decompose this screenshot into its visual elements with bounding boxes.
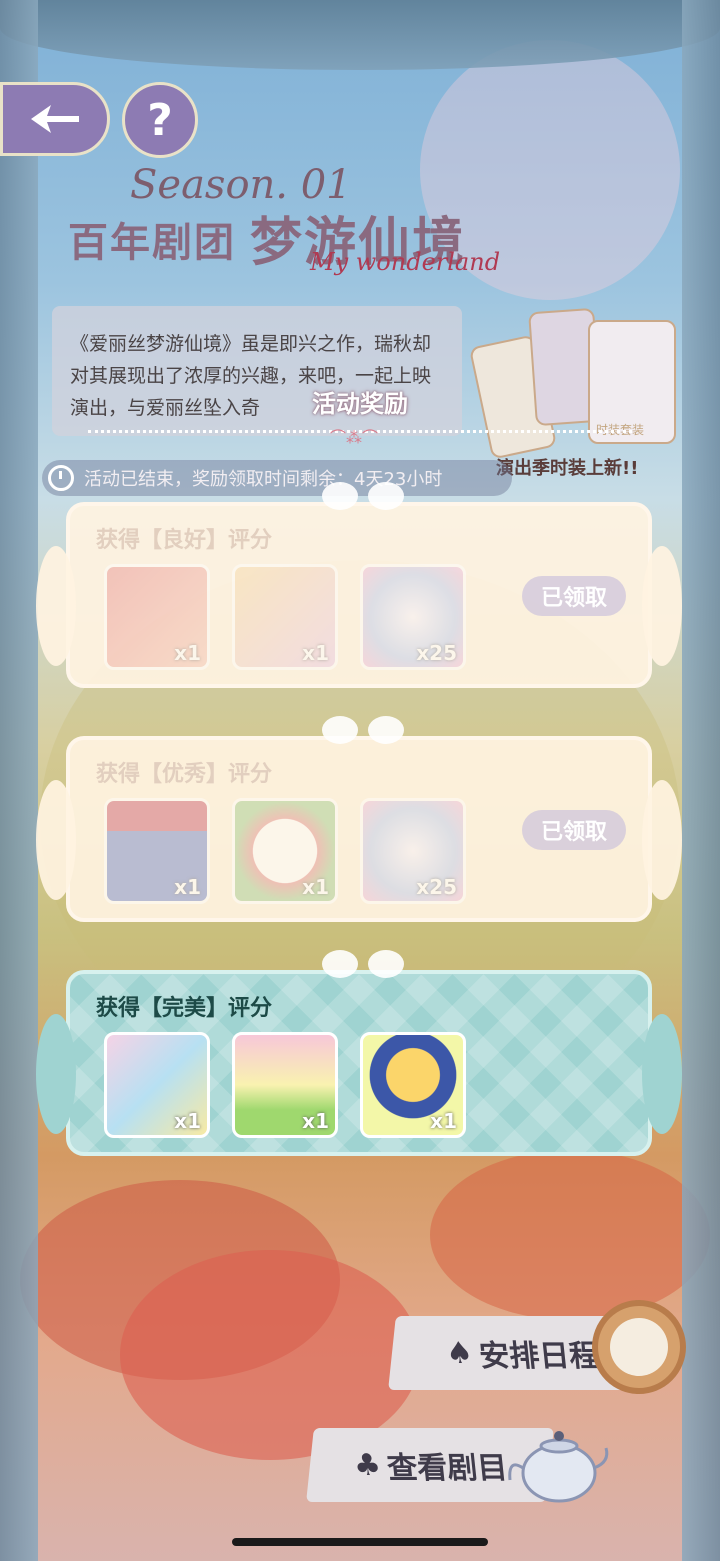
curtain-left (0, 0, 38, 1561)
reward-tier-perfect: 获得【完美】评分 x1 x1 x1 (36, 950, 682, 1156)
bow-icon (322, 480, 404, 514)
card-wing-right (642, 546, 682, 666)
card-wing-left (36, 780, 76, 900)
card-wing-right (642, 1014, 682, 1134)
schedule-label: 安排日程 (476, 1339, 601, 1374)
back-button[interactable] (0, 82, 110, 156)
ribbon-icon: ⌒⁂⌒ (330, 428, 379, 447)
item-qty: x25 (416, 641, 457, 665)
claimed-badge: 已领取 (522, 810, 626, 850)
item-qty: x1 (302, 875, 329, 899)
card-wing-right (642, 780, 682, 900)
item-qty: x1 (174, 641, 201, 665)
schedule-button-content: ♠ 安排日程 (443, 1331, 601, 1375)
flying-carpet-icon[interactable]: x1 (232, 564, 338, 670)
costume-banner: 演出季时装上新!! (496, 458, 639, 479)
item-qty: x1 (302, 1109, 329, 1133)
tier-title: 获得【完美】评分 (96, 996, 273, 1021)
item-qty: x25 (416, 875, 457, 899)
bow-icon (322, 714, 404, 748)
item-qty: x1 (430, 1109, 457, 1133)
claimed-badge: 已领取 (522, 576, 626, 616)
club-icon: ♣ (351, 1447, 383, 1483)
clock-icon (48, 465, 74, 491)
event-script-subtitle: My wonderland (310, 248, 501, 276)
tier-title: 获得【良好】评分 (96, 528, 273, 553)
rainbow-flower-icon[interactable]: x25 (360, 798, 466, 904)
flower-frame-icon[interactable]: x1 (232, 798, 338, 904)
event-title: Season. 01 百年剧团 梦游仙境 My wonderland (60, 160, 540, 300)
item-qty: x1 (302, 641, 329, 665)
help-button[interactable]: ? (122, 82, 198, 158)
rainbow-flower-icon[interactable]: x25 (360, 564, 466, 670)
stage-curtain-icon[interactable]: x1 (104, 564, 210, 670)
bow-icon (322, 948, 404, 982)
alice-avatar-icon[interactable]: x1 (360, 1032, 466, 1138)
tier-title: 获得【优秀】评分 (96, 762, 273, 787)
view-button-content: ♣ 查看剧目 (351, 1443, 509, 1487)
back-arrow-icon (31, 105, 79, 133)
item-qty: x1 (174, 875, 201, 899)
green-floor-icon[interactable]: x1 (232, 1032, 338, 1138)
troupe-name: 百年剧团 (68, 220, 236, 266)
card-wing-left (36, 546, 76, 666)
home-indicator[interactable] (232, 1538, 488, 1546)
blue-curtain-icon[interactable]: x1 (104, 798, 210, 904)
card-wing-left (36, 1014, 76, 1134)
help-icon: ? (147, 94, 173, 146)
teapot-icon (508, 1431, 609, 1503)
item-qty: x1 (174, 1109, 201, 1133)
pocket-watch-icon (592, 1300, 686, 1394)
mushroom-cap-right (430, 1150, 710, 1320)
event-timer: 活动已结束，奖励领取时间剩余：4天23小时 (42, 460, 512, 496)
curtain-right (682, 0, 720, 1561)
costume-promo[interactable]: 时装套装 (468, 300, 690, 460)
rewards-title: 活动奖励 (312, 390, 408, 418)
reward-tier-excellent: 获得【优秀】评分 x1 x1 x25 已领取 (36, 716, 682, 922)
card-backdrop-icon[interactable]: x1 (104, 1032, 210, 1138)
reward-tier-good: 获得【良好】评分 x1 x1 x25 已领取 (36, 482, 682, 688)
view-label: 查看剧目 (384, 1451, 509, 1486)
spade-icon: ♠ (443, 1335, 475, 1371)
costume-tag-3: 时装套装 (588, 320, 676, 444)
